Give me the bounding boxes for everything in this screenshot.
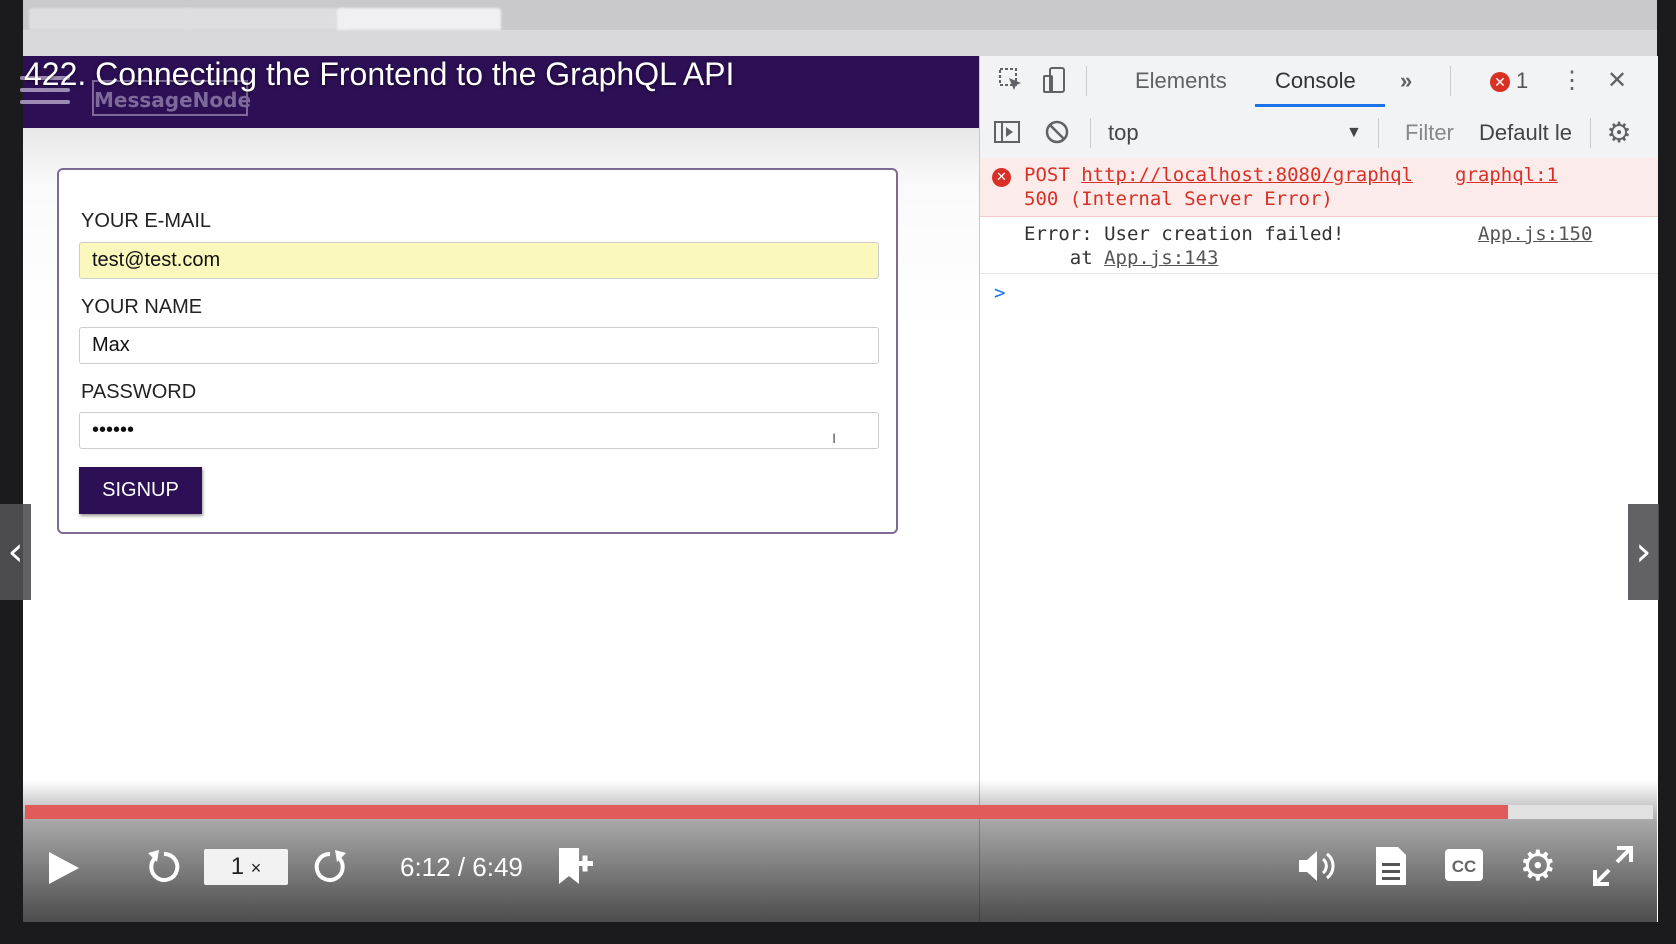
console-prompt[interactable]: > — [980, 274, 1658, 314]
log-text: Error: User creation failed! — [1024, 223, 1345, 245]
browser-tab — [337, 8, 501, 30]
password-label: PASSWORD — [81, 381, 197, 403]
more-tabs-button[interactable]: » — [1400, 66, 1412, 96]
video-player: MessageNode 422. Connecting the Frontend… — [0, 0, 1676, 944]
divider — [1590, 118, 1591, 148]
show-sidebar-icon[interactable] — [992, 118, 1022, 148]
request-url-link[interactable]: http://localhost:8080/graphql — [1081, 164, 1413, 186]
stack-prefix: at — [1024, 247, 1105, 269]
browser-tab-strip — [23, 0, 1657, 30]
email-field[interactable]: test@test.com — [79, 242, 879, 279]
signup-form: YOUR E-MAIL test@test.com YOUR NAME Max … — [57, 168, 898, 534]
previous-lecture-button[interactable]: ‹ — [0, 504, 31, 600]
chevron-down-icon[interactable]: ▼ — [1346, 118, 1362, 148]
play-icon[interactable] — [47, 850, 81, 890]
error-source-link[interactable]: graphql:1 — [1455, 164, 1558, 186]
log-levels-dropdown[interactable]: Default le — [1479, 118, 1572, 148]
tab-elements[interactable]: Elements — [1135, 66, 1227, 96]
prompt-chevron-icon: > — [994, 282, 1006, 304]
error-status: 500 (Internal Server Error) — [1024, 188, 1333, 210]
speed-value: 1 — [230, 853, 245, 880]
signup-button[interactable]: SIGNUP — [79, 467, 202, 514]
error-counter[interactable]: ✕ 1 — [1490, 66, 1528, 96]
video-title: 422. Connecting the Frontend to the Grap… — [24, 56, 735, 92]
clear-console-icon[interactable] — [1042, 118, 1072, 148]
active-tab-indicator — [1255, 104, 1385, 107]
browser-tab — [29, 8, 193, 30]
bookmark-add-icon[interactable] — [555, 846, 597, 892]
password-value: •••••• — [92, 419, 135, 441]
rewind-icon[interactable] — [145, 848, 183, 890]
text-cursor-icon: I — [832, 430, 836, 446]
closed-captions-icon[interactable]: CC — [1444, 848, 1484, 886]
browser-tab — [183, 8, 347, 30]
divider — [1090, 118, 1091, 148]
close-devtools-icon[interactable]: ✕ — [1602, 66, 1632, 96]
log-stack-line: at App.js:143 — [1024, 247, 1219, 269]
error-icon: ✕ — [1490, 72, 1510, 93]
divider — [1450, 66, 1451, 96]
email-label: YOUR E-MAIL — [81, 210, 212, 232]
transcript-icon[interactable] — [1374, 845, 1408, 891]
device-toolbar-icon[interactable] — [1040, 66, 1070, 96]
svg-text:CC: CC — [1452, 857, 1477, 876]
console-log-message: Error: User creation failed! App.js:150 … — [980, 217, 1658, 274]
browser-chrome — [23, 0, 1657, 56]
error-icon: ✕ — [992, 168, 1011, 187]
password-field[interactable]: •••••• I — [79, 412, 879, 449]
fullscreen-icon[interactable] — [1593, 846, 1633, 890]
stack-link[interactable]: App.js:143 — [1104, 247, 1218, 269]
inspect-element-icon[interactable] — [996, 66, 1026, 96]
volume-icon[interactable] — [1297, 847, 1337, 889]
devtools-tab-bar: Elements Console » ✕ 1 ⋮ ✕ — [980, 56, 1658, 109]
more-options-icon[interactable]: ⋮ — [1557, 66, 1587, 96]
forward-icon[interactable] — [311, 848, 349, 890]
name-label: YOUR NAME — [81, 296, 203, 318]
divider — [1086, 66, 1087, 96]
console-error-message: ✕ POST http://localhost:8080/graphql gra… — [980, 158, 1658, 217]
console-toolbar: top ▼ Filter Default le ⚙ — [980, 108, 1658, 159]
console-output: ✕ POST http://localhost:8080/graphql gra… — [980, 158, 1658, 314]
name-field[interactable]: Max — [79, 327, 879, 364]
progress-bar[interactable] — [25, 805, 1653, 819]
filter-input[interactable]: Filter — [1405, 118, 1454, 148]
playback-speed-button[interactable]: 1 × — [204, 849, 288, 885]
gear-icon[interactable]: ⚙ — [1604, 118, 1634, 148]
error-line-1: POST http://localhost:8080/graphql — [1024, 164, 1413, 186]
progress-fill — [25, 805, 1509, 819]
tab-console[interactable]: Console — [1275, 66, 1356, 96]
time-display: 6:12 / 6:49 — [400, 852, 523, 882]
log-source-link[interactable]: App.js:150 — [1478, 223, 1592, 245]
player-controls: 1 × 6:12 / 6:49 CC ⚙ — [23, 780, 1657, 922]
next-lecture-button[interactable]: › — [1628, 504, 1659, 600]
speed-suffix: × — [250, 858, 262, 878]
request-method: POST — [1024, 164, 1070, 186]
settings-gear-icon[interactable]: ⚙ — [1519, 845, 1557, 887]
error-count: 1 — [1516, 68, 1529, 93]
context-selector[interactable]: top — [1108, 118, 1139, 148]
divider — [1378, 118, 1379, 148]
